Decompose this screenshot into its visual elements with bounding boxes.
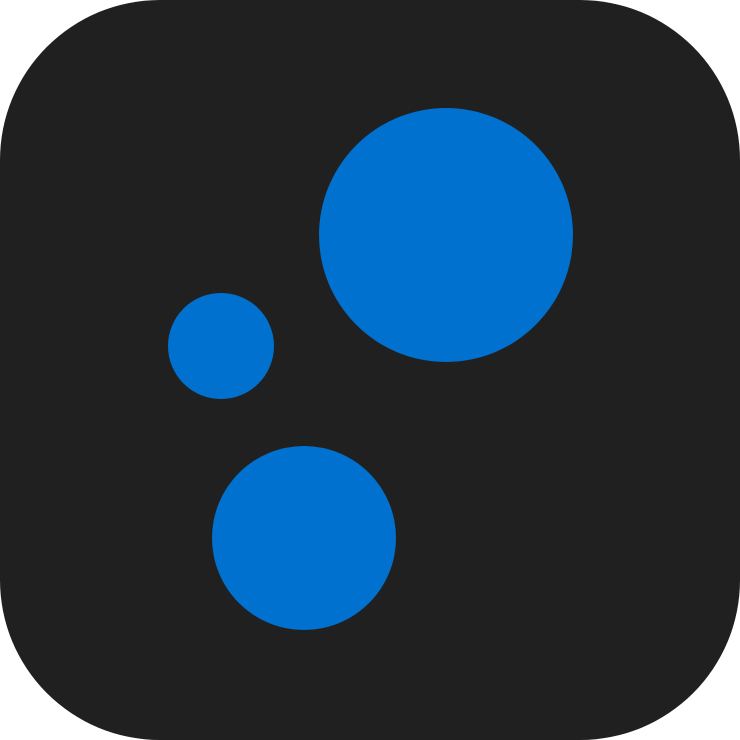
app-icon-svg: [0, 0, 740, 740]
app-icon: [0, 0, 740, 740]
medium-bubble-icon: [212, 446, 396, 630]
small-bubble-icon: [168, 293, 274, 399]
large-bubble-icon: [319, 108, 573, 362]
icon-background: [0, 0, 740, 740]
